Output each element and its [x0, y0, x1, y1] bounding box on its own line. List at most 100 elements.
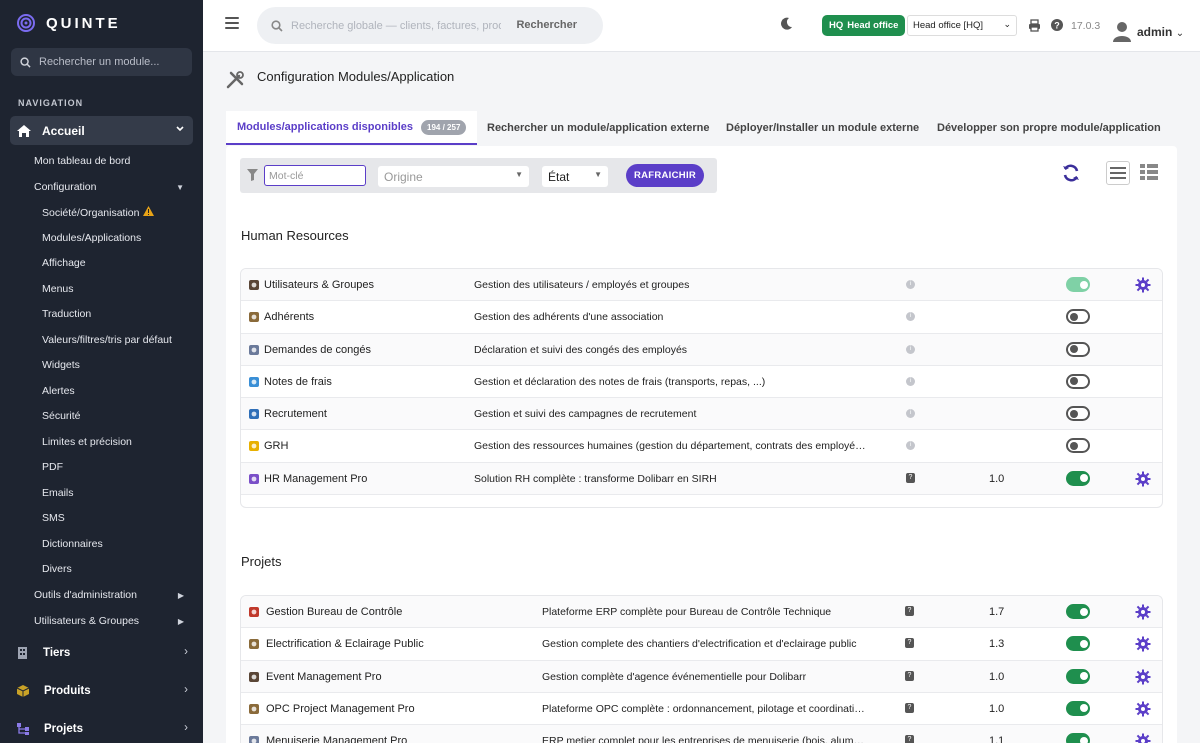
module-name: Gestion Bureau de Contrôle — [266, 606, 403, 618]
nav-item-config-12[interactable]: SMS — [42, 512, 65, 524]
tab-deploy-module[interactable]: Déployer/Installer un module externe — [726, 111, 919, 145]
state-select-value: État — [548, 169, 570, 184]
gear-icon[interactable] — [1135, 733, 1151, 743]
modules-table: Utilisateurs & Groupes Gestion des utilis… — [240, 268, 1163, 508]
module-row: HR Management Pro Solution RH complète : … — [241, 462, 1162, 496]
nav-item-label: Emails — [42, 487, 74, 499]
nav-item-label: Dictionnaires — [42, 538, 103, 550]
gear-icon[interactable] — [1135, 636, 1151, 655]
module-name: Recrutement — [264, 408, 327, 421]
nav-item-config-9[interactable]: Limites et précision — [42, 436, 132, 448]
info-icon[interactable]: i — [906, 280, 915, 289]
info-icon[interactable]: i — [906, 441, 915, 451]
nav-item-tableau-de-bord[interactable]: Mon tableau de bord — [34, 155, 130, 167]
nav-item-config-5[interactable]: Valeurs/filtres/tris par défaut — [42, 334, 172, 346]
menu-toggle-icon[interactable] — [225, 17, 239, 29]
module-row: GRH Gestion des ressources humaines (gest… — [241, 430, 1162, 463]
nav-item-accueil[interactable]: Accueil — [10, 116, 193, 145]
user-menu[interactable]: admin ⌄ — [1137, 25, 1184, 39]
module-toggle[interactable] — [1066, 277, 1090, 292]
module-toggle[interactable] — [1066, 438, 1090, 454]
nav-item-label: Valeurs/filtres/tris par défaut — [42, 334, 172, 346]
info-icon[interactable]: ? — [905, 670, 914, 681]
gear-icon[interactable] — [1135, 669, 1151, 688]
avatar-icon[interactable] — [1112, 20, 1132, 42]
module-toggle[interactable] — [1066, 373, 1090, 389]
nav-item-config-14[interactable]: Divers — [42, 563, 72, 575]
main-content: Configuration Modules/Application Module… — [203, 52, 1200, 743]
gear-icon[interactable] — [1135, 701, 1151, 720]
module-name: Adhérents — [264, 311, 315, 324]
keyword-input[interactable] — [264, 165, 366, 186]
help-icon[interactable]: ? — [1050, 18, 1064, 32]
tab-search-external[interactable]: Rechercher un module/application externe — [487, 111, 710, 145]
printer-icon[interactable] — [1028, 19, 1041, 32]
module-name: HR Management Pro — [264, 472, 368, 485]
nav-item-config-2[interactable]: Affichage — [42, 257, 86, 269]
module-toggle[interactable] — [1066, 309, 1090, 325]
module-name: Electrification & Eclairage Public — [266, 638, 424, 651]
kanban-view-icon[interactable] — [1140, 164, 1158, 181]
nav-item-config-4[interactable]: Traduction — [42, 308, 91, 320]
refresh-button[interactable]: RAFRAICHIR — [626, 164, 704, 187]
module-search-input[interactable] — [39, 56, 179, 68]
nav-item-config-1[interactable]: Modules/Applications — [42, 232, 141, 244]
filter-icon — [247, 169, 258, 181]
tab-develop-module[interactable]: Développer son propre module/application — [937, 111, 1161, 145]
nav-item-produits[interactable]: Produits › — [16, 684, 188, 698]
global-search[interactable]: Rechercher — [257, 7, 603, 44]
info-icon[interactable]: ? — [905, 638, 914, 649]
nav-item-configuration[interactable]: Configuration ▼ — [34, 181, 184, 193]
tab-label: Rechercher un module/application externe — [487, 122, 710, 134]
global-search-input[interactable] — [291, 19, 501, 32]
module-toggle[interactable] — [1066, 668, 1090, 684]
dark-mode-icon[interactable] — [781, 17, 793, 30]
nav-item-tiers[interactable]: Tiers › — [16, 646, 188, 660]
nav-item-label: Menus — [42, 283, 74, 295]
info-icon[interactable]: ? — [905, 702, 914, 713]
origin-select[interactable]: Origine ▼ — [378, 166, 529, 187]
info-icon[interactable]: ? — [906, 472, 915, 483]
module-toggle[interactable] — [1066, 700, 1090, 716]
module-description: Gestion des ressources humaines (gestion… — [474, 440, 866, 453]
module-toggle[interactable] — [1066, 406, 1090, 422]
module-search[interactable] — [11, 48, 192, 76]
list-view-toggle[interactable] — [1106, 161, 1130, 185]
gear-icon[interactable] — [1135, 471, 1151, 490]
state-select[interactable]: État ▼ — [542, 166, 608, 187]
nav-item-config-0[interactable]: Société/Organisation — [42, 206, 155, 219]
entity-select[interactable]: Head office [HQ] ⌄ — [907, 15, 1017, 36]
nav-item-config-6[interactable]: Widgets — [42, 359, 80, 371]
nav-item-utilisateurs[interactable]: Utilisateurs & Groupes ▶ — [34, 615, 184, 627]
module-icon — [248, 344, 260, 356]
info-icon[interactable]: i — [906, 344, 915, 354]
module-toggle[interactable] — [1066, 733, 1090, 743]
nav-item-config-8[interactable]: Sécurité — [42, 410, 81, 422]
nav-item-config-7[interactable]: Alertes — [42, 385, 75, 397]
nav-item-config-10[interactable]: PDF — [42, 461, 63, 473]
entity-badge[interactable]: HQ Head office — [822, 15, 906, 36]
info-icon[interactable]: i — [906, 312, 915, 322]
module-toggle[interactable] — [1066, 604, 1090, 619]
info-icon[interactable]: i — [906, 409, 915, 419]
logo-icon — [17, 14, 35, 32]
nav-item-config-11[interactable]: Emails — [42, 487, 74, 499]
home-icon — [17, 124, 31, 137]
info-icon[interactable]: ? — [905, 735, 914, 743]
module-toggle[interactable] — [1066, 341, 1090, 357]
search-button[interactable]: Rechercher — [516, 19, 577, 31]
nav-item-projets[interactable]: Projets › — [16, 722, 188, 736]
module-toggle[interactable] — [1066, 636, 1090, 652]
nav-item-config-3[interactable]: Menus — [42, 283, 74, 295]
info-icon[interactable]: i — [906, 376, 915, 386]
gear-icon[interactable] — [1135, 604, 1151, 623]
gear-icon[interactable] — [1135, 277, 1151, 296]
module-toggle[interactable] — [1066, 470, 1090, 486]
nav-item-config-13[interactable]: Dictionnaires — [42, 538, 103, 550]
info-icon[interactable]: ? — [905, 606, 914, 616]
tools-icon — [226, 71, 244, 89]
nav-item-outils[interactable]: Outils d'administration ▶ — [34, 589, 184, 601]
tab-available-modules[interactable]: Modules/applications disponibles 194 / 25… — [226, 111, 478, 145]
brand[interactable]: QUINTE — [16, 13, 121, 33]
sync-icon[interactable] — [1061, 163, 1081, 183]
